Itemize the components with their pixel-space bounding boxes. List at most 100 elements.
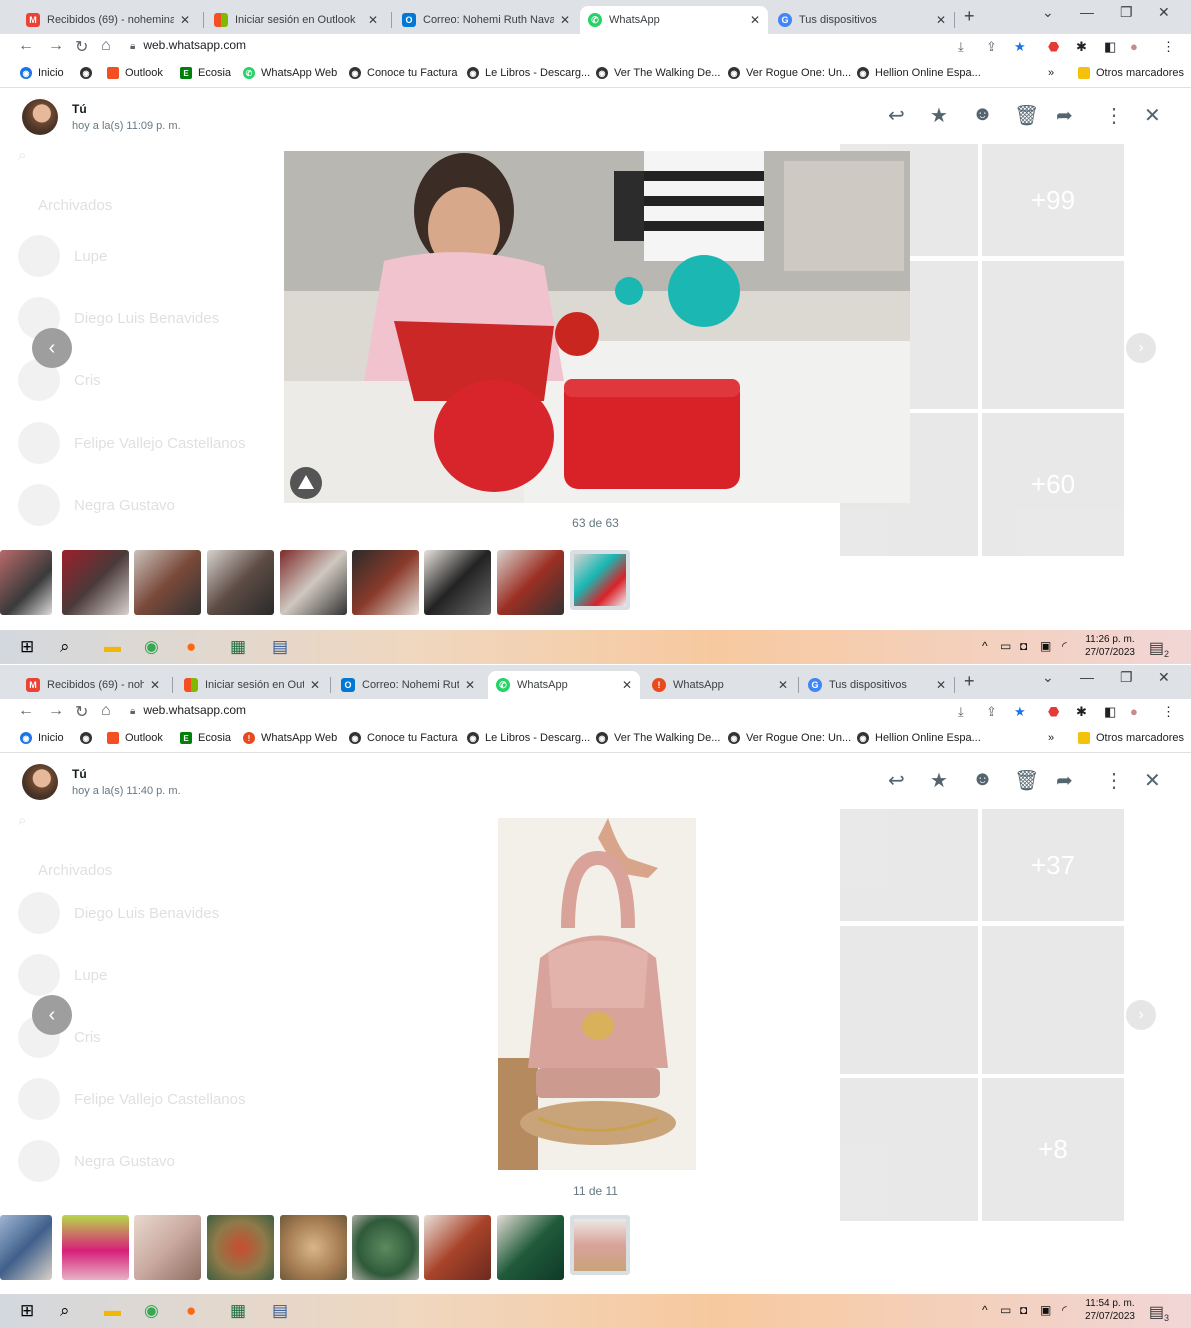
profile-icon[interactable]: ●: [1130, 39, 1138, 54]
tab-whatsapp[interactable]: ✆ WhatsApp ✕: [488, 671, 640, 699]
close-icon[interactable]: ✕: [936, 13, 946, 27]
menu-icon[interactable]: ⋮: [1162, 39, 1175, 55]
bookmark-unnamed[interactable]: ◉: [80, 67, 98, 79]
battery-icon[interactable]: ▭: [1000, 1303, 1011, 1317]
tab-google-devices[interactable]: G Tus dispositivos ✕: [770, 6, 954, 34]
share-icon[interactable]: ⇪: [986, 704, 997, 720]
notification-icon[interactable]: ▤3: [1149, 1302, 1169, 1323]
media-thumbnail[interactable]: [497, 1215, 564, 1280]
input-icon[interactable]: ▣: [1040, 639, 1051, 653]
bookmark-outlook[interactable]: Outlook: [107, 67, 163, 79]
meet-icon[interactable]: ◘: [1020, 1303, 1027, 1317]
bookmark-lelibros[interactable]: ◉ Le Libros - Descarg...: [467, 67, 590, 79]
bookmark-rogue-one[interactable]: ◉ Ver Rogue One: Un...: [728, 732, 851, 744]
media-thumbnail[interactable]: [0, 1215, 52, 1280]
next-media-button[interactable]: ›: [1126, 333, 1156, 363]
media-thumbnail[interactable]: [62, 1215, 129, 1280]
media-thumbnail[interactable]: [352, 550, 419, 615]
wifi-icon[interactable]: ◜: [1062, 1303, 1067, 1317]
forward-icon[interactable]: →: [48, 702, 64, 720]
tab-outlook-mail[interactable]: O Correo: Nohemi Ruth ✕: [333, 671, 483, 699]
system-clock[interactable]: 11:26 p. m. 27/07/2023: [1085, 633, 1135, 659]
close-icon[interactable]: ✕: [180, 13, 190, 27]
extensions-icon[interactable]: ✱: [1076, 704, 1087, 720]
tab-gmail[interactable]: M Recibidos (69) - noheminajul ✕: [18, 6, 198, 34]
tab-whatsapp[interactable]: ✆ WhatsApp ✕: [580, 6, 768, 34]
close-icon[interactable]: ✕: [560, 13, 570, 27]
profile-icon[interactable]: ●: [1130, 704, 1138, 719]
extensions-icon[interactable]: ✱: [1076, 39, 1087, 55]
delete-icon[interactable]: 🗑︎: [1014, 103, 1039, 128]
bookmark-factura[interactable]: ◉ Conoce tu Factura: [349, 732, 458, 744]
bookmark-ecosia[interactable]: E Ecosia: [180, 732, 231, 744]
star-icon[interactable]: ★: [1014, 704, 1026, 720]
search-icon[interactable]: ⌕: [60, 637, 70, 657]
back-icon[interactable]: ←: [18, 37, 34, 55]
new-tab-button[interactable]: +: [964, 6, 975, 27]
forward-icon[interactable]: ➦: [1056, 768, 1073, 793]
bookmark-inicio[interactable]: ◉ Inicio: [20, 67, 64, 79]
close-icon[interactable]: ✕: [368, 13, 378, 27]
react-emoji-icon[interactable]: ☻: [972, 103, 993, 126]
share-icon[interactable]: ⇪: [986, 39, 997, 55]
tab-outlook-login[interactable]: Iniciar sesión en Outlook ✕: [206, 6, 386, 34]
bookmark-whatsapp-web[interactable]: ✆ WhatsApp Web: [243, 67, 337, 79]
install-icon[interactable]: ⤓: [958, 39, 964, 55]
next-media-button[interactable]: ›: [1126, 1000, 1156, 1030]
forward-icon[interactable]: ➦: [1056, 103, 1073, 128]
bookmark-inicio[interactable]: ◉ Inicio: [20, 732, 64, 744]
new-tab-button[interactable]: +: [964, 671, 975, 692]
close-icon[interactable]: ✕: [465, 678, 475, 692]
forward-icon[interactable]: →: [48, 37, 64, 55]
avatar[interactable]: [22, 764, 58, 800]
bookmark-hellion[interactable]: ◉ Hellion Online Espa...: [857, 732, 981, 744]
word-icon[interactable]: ▤: [272, 637, 288, 657]
meet-icon[interactable]: ◘: [1020, 639, 1027, 653]
adblock-icon[interactable]: ⬣: [1048, 704, 1059, 720]
sidepanel-icon[interactable]: ◧: [1104, 39, 1116, 55]
bookmark-outlook[interactable]: Outlook: [107, 732, 163, 744]
media-thumbnail[interactable]: [280, 550, 347, 615]
windows-start-icon[interactable]: ⊞: [20, 637, 34, 657]
media-thumbnail[interactable]: [207, 550, 274, 615]
input-icon[interactable]: ▣: [1040, 1303, 1051, 1317]
minimize-button[interactable]: —: [1080, 669, 1094, 685]
menu-icon[interactable]: ⋮: [1162, 704, 1175, 720]
home-icon[interactable]: ⌂: [101, 702, 111, 720]
sidepanel-icon[interactable]: ◧: [1104, 704, 1116, 720]
previous-media-button[interactable]: ‹: [32, 328, 72, 368]
bookmarks-overflow[interactable]: »: [1048, 67, 1054, 79]
bookmark-unnamed[interactable]: ◉: [80, 732, 98, 744]
more-options-icon[interactable]: ⋮: [1104, 103, 1124, 128]
file-explorer-icon[interactable]: ▬: [104, 1301, 121, 1321]
adblock-icon[interactable]: ⬣: [1048, 39, 1059, 55]
media-thumbnail[interactable]: [62, 550, 129, 615]
media-thumbnail[interactable]: [424, 1215, 491, 1280]
close-icon[interactable]: ✕: [936, 678, 946, 692]
media-thumbnail-selected[interactable]: [570, 550, 630, 610]
media-thumbnail[interactable]: [134, 550, 201, 615]
reply-icon[interactable]: ↩: [888, 768, 905, 793]
delete-icon[interactable]: 🗑︎: [1014, 768, 1039, 793]
tab-outlook-login[interactable]: Iniciar sesión en Outlo ✕: [176, 671, 328, 699]
minimize-button[interactable]: —: [1080, 4, 1094, 20]
close-icon[interactable]: ✕: [150, 678, 160, 692]
battery-icon[interactable]: ▭: [1000, 639, 1011, 653]
bookmark-factura[interactable]: ◉ Conoce tu Factura: [349, 67, 458, 79]
word-icon[interactable]: ▤: [272, 1301, 288, 1321]
bookmark-walking-dead[interactable]: ◉ Ver The Walking De...: [596, 67, 720, 79]
excel-icon[interactable]: ▦: [230, 637, 246, 657]
avatar[interactable]: [22, 99, 58, 135]
reply-icon[interactable]: ↩: [888, 103, 905, 128]
system-clock[interactable]: 11:54 p. m. 27/07/2023: [1085, 1297, 1135, 1323]
tab-outlook-mail[interactable]: O Correo: Nohemi Ruth Navarr ✕: [394, 6, 578, 34]
media-thumbnail[interactable]: [0, 550, 52, 615]
close-window-button[interactable]: ✕: [1158, 669, 1170, 686]
react-emoji-icon[interactable]: ☻: [972, 768, 993, 791]
windows-start-icon[interactable]: ⊞: [20, 1301, 34, 1321]
address-bar[interactable]: 🔒︎ web.whatsapp.com: [130, 703, 246, 717]
close-icon[interactable]: ✕: [310, 678, 320, 692]
close-window-button[interactable]: ✕: [1158, 4, 1170, 21]
previous-media-button[interactable]: ‹: [32, 995, 72, 1035]
address-bar[interactable]: 🔒︎ web.whatsapp.com: [130, 38, 246, 52]
